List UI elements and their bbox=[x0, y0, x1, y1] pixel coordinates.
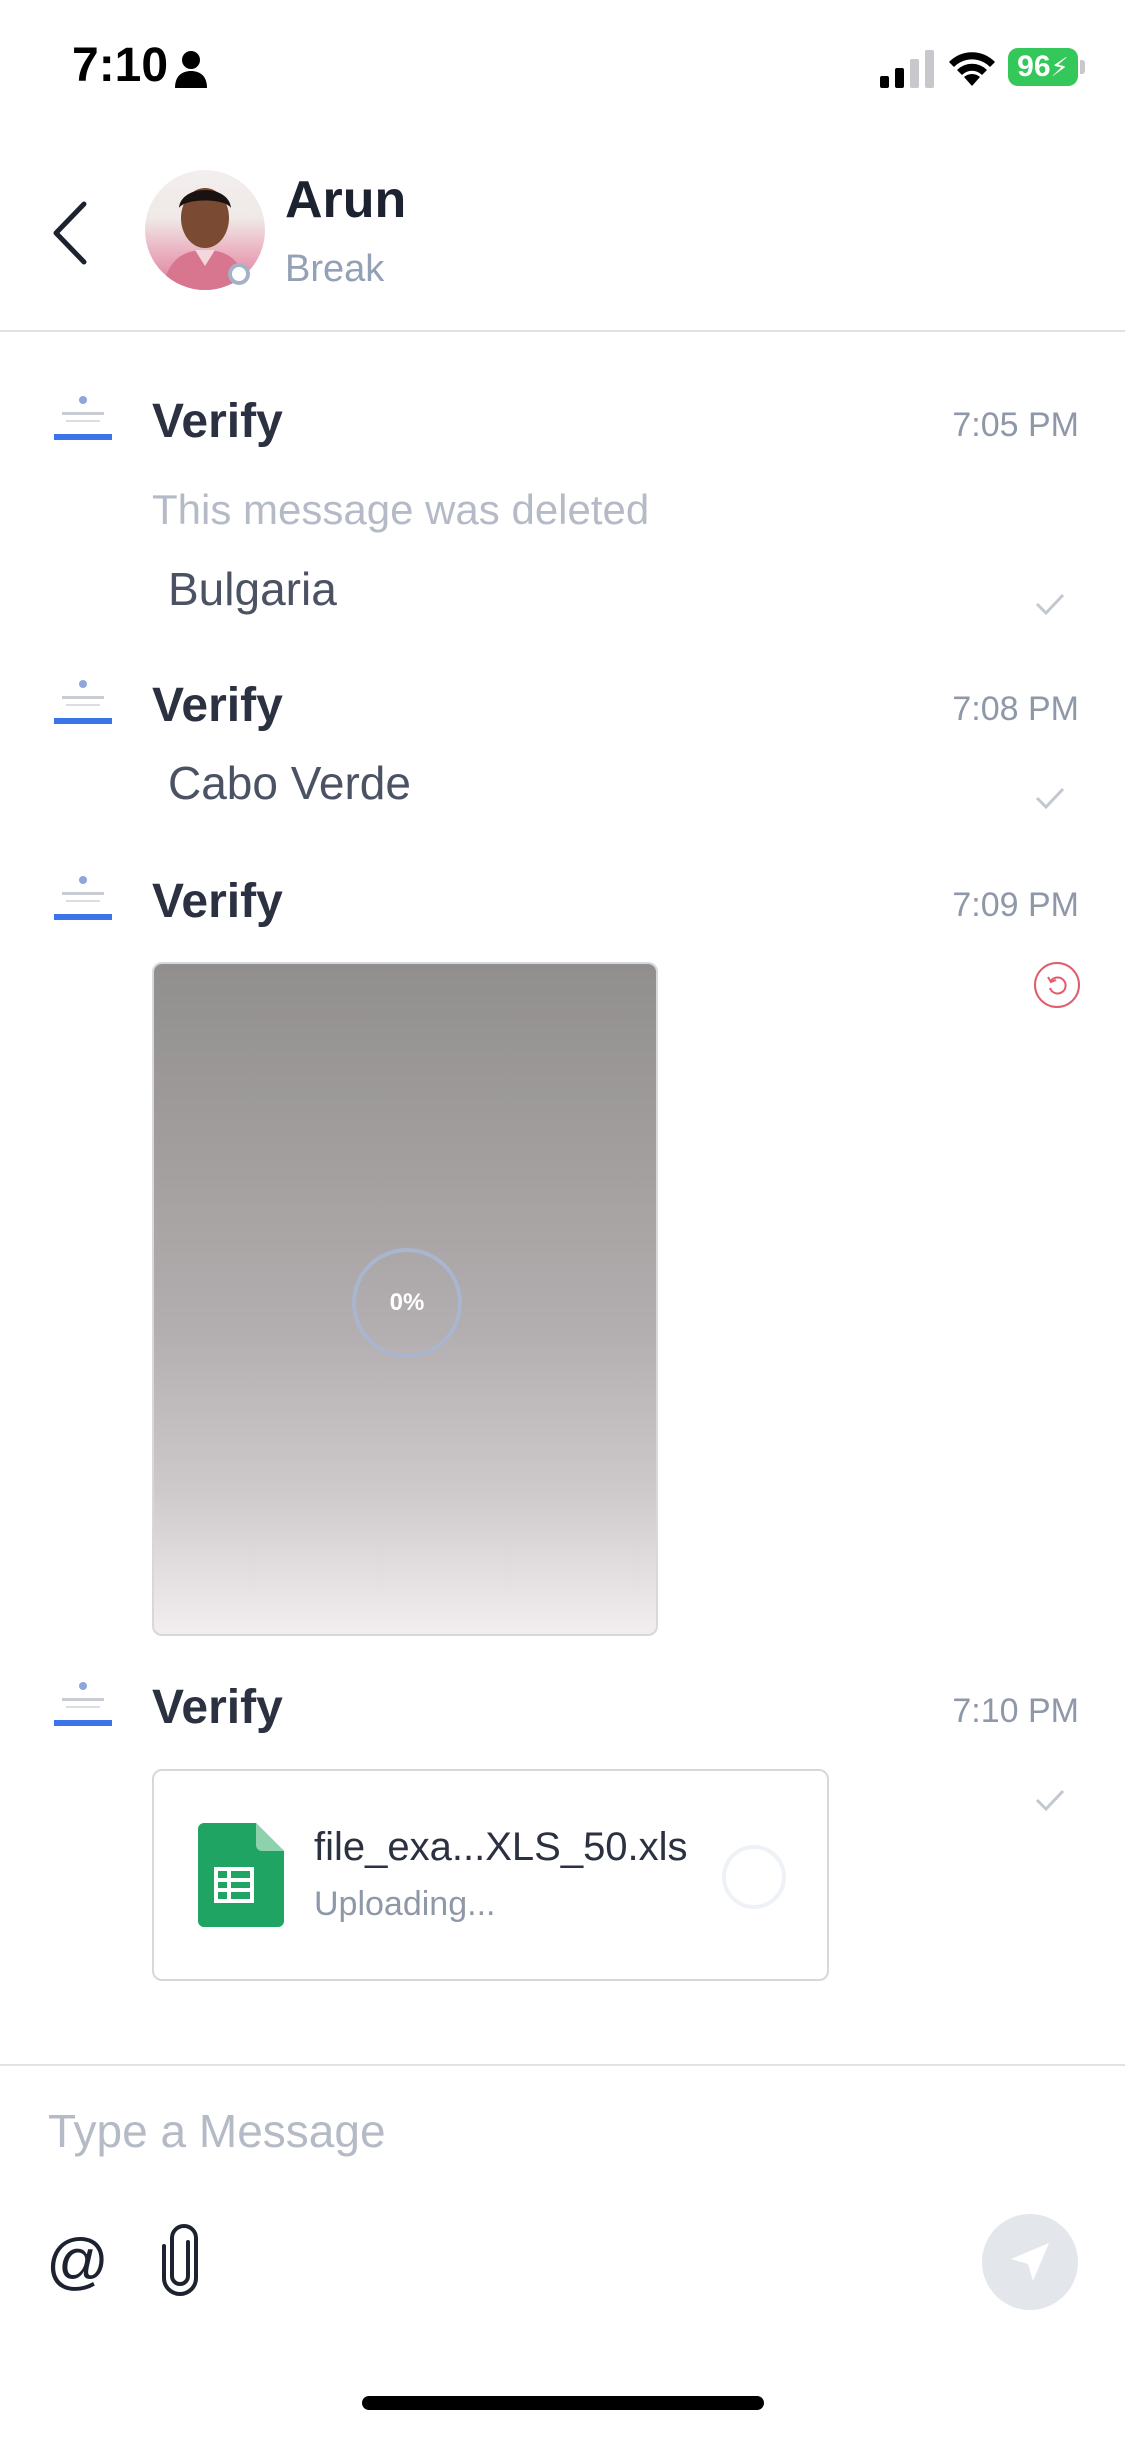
signal-icon bbox=[880, 50, 934, 88]
file-name: file_exa...XLS_50.xls bbox=[314, 1825, 688, 1869]
sender-avatar bbox=[52, 390, 114, 452]
message-composer: @ bbox=[0, 2064, 1125, 2438]
charging-bolt-icon: ⚡ bbox=[1050, 51, 1069, 82]
upload-progress-text: 0% bbox=[389, 1289, 425, 1316]
message-input[interactable] bbox=[48, 2096, 948, 2166]
message-text: Cabo Verde bbox=[168, 757, 411, 809]
message-time: 7:05 PM bbox=[952, 406, 1079, 444]
checkmark-icon bbox=[1035, 593, 1065, 616]
sender-name: Verify bbox=[152, 1681, 283, 1734]
wifi-icon bbox=[949, 52, 995, 86]
paperclip-icon[interactable] bbox=[158, 2224, 202, 2296]
checkmark-icon bbox=[1035, 1789, 1065, 1812]
retry-button[interactable] bbox=[1034, 962, 1080, 1008]
sender-avatar bbox=[52, 674, 114, 736]
retry-icon bbox=[1047, 976, 1067, 995]
battery-icon: 96 ⚡ bbox=[1008, 48, 1078, 86]
sender-avatar bbox=[52, 870, 114, 932]
person-icon bbox=[175, 51, 207, 88]
back-chevron-icon[interactable] bbox=[48, 198, 92, 268]
file-upload-status: Uploading... bbox=[314, 1885, 496, 1923]
message-time: 7:08 PM bbox=[952, 690, 1079, 728]
checkmark-icon bbox=[1035, 787, 1065, 810]
sender-name: Verify bbox=[152, 395, 283, 448]
status-time: 7:10 bbox=[72, 39, 169, 92]
message-time: 7:09 PM bbox=[952, 886, 1079, 924]
message-text: Bulgaria bbox=[168, 563, 337, 615]
home-indicator[interactable] bbox=[362, 2396, 764, 2410]
sender-name: Verify bbox=[152, 679, 283, 732]
deleted-message-text: This message was deleted bbox=[152, 486, 650, 533]
upload-spinner bbox=[722, 1845, 786, 1909]
sender-avatar bbox=[52, 1676, 114, 1738]
presence-status-dot bbox=[228, 263, 250, 285]
image-attachment[interactable]: 0% bbox=[152, 962, 658, 1636]
spreadsheet-icon bbox=[198, 1823, 284, 1927]
sender-name: Verify bbox=[152, 875, 283, 928]
battery-cap bbox=[1080, 60, 1085, 74]
contact-name: Arun bbox=[285, 171, 407, 229]
battery-level: 96 bbox=[1017, 50, 1051, 83]
mention-button[interactable]: @ bbox=[46, 2226, 109, 2297]
send-icon bbox=[1011, 2243, 1049, 2281]
message-time: 7:10 PM bbox=[952, 1692, 1079, 1730]
contact-status: Break bbox=[285, 248, 385, 290]
chat-header: Arun Break bbox=[0, 132, 1125, 332]
send-button[interactable] bbox=[982, 2214, 1078, 2310]
upload-progress-ring: 0% bbox=[352, 1248, 462, 1358]
file-attachment-card[interactable]: file_exa...XLS_50.xls Uploading... bbox=[152, 1769, 829, 1981]
status-bar: 7:10 96 ⚡ bbox=[0, 0, 1125, 132]
